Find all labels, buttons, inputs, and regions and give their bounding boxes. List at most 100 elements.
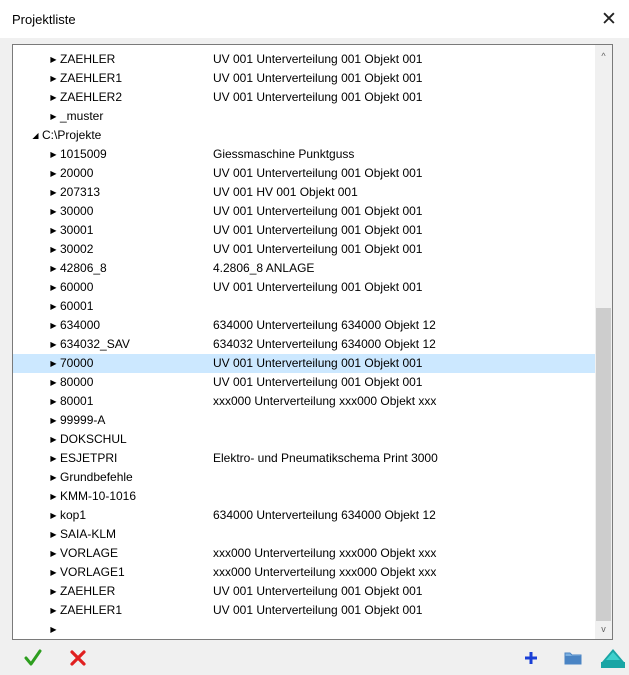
tree-row-name: ZAEHLER2 (60, 90, 123, 104)
collapsed-triangle-icon[interactable]: ▶ (49, 620, 58, 639)
collapsed-triangle-icon[interactable]: ▶ (49, 107, 58, 126)
tree-row[interactable]: ▶ Grundbefehle (13, 468, 596, 487)
collapsed-triangle-icon[interactable]: ▶ (49, 202, 58, 221)
scrollbar-thumb[interactable] (596, 308, 611, 621)
tree-row[interactable]: ▶ 30002 UV 001 Unterverteilung 001 Objekt … (13, 240, 596, 259)
window-title: Projektliste (12, 12, 76, 27)
tree-row-description: UV 001 Unterverteilung 001 Objekt 001 (213, 603, 423, 617)
cancel-button[interactable] (67, 647, 89, 669)
collapsed-triangle-icon[interactable]: ▶ (49, 449, 58, 468)
tree-row[interactable]: ▶ 60001 (13, 297, 596, 316)
collapsed-triangle-icon[interactable]: ▶ (49, 601, 58, 620)
tree-row[interactable]: ▶ 20000 UV 001 Unterverteilung 001 Objekt … (13, 164, 596, 183)
tree-row-description: UV 001 Unterverteilung 001 Objekt 001 (213, 52, 423, 66)
tree-row[interactable]: ▶ 80000 UV 001 Unterverteilung 001 Objekt … (13, 373, 596, 392)
collapsed-triangle-icon[interactable]: ▶ (49, 221, 58, 240)
collapsed-triangle-icon[interactable]: ▶ (49, 487, 58, 506)
tree-row[interactable]: ▶ 30000 UV 001 Unterverteilung 001 Objekt … (13, 202, 596, 221)
tree-row-name: ZAEHLER (60, 52, 116, 66)
tree-row[interactable]: ▶ ZAEHLER UV 001 Unterverteilung 001 Objek… (13, 582, 596, 601)
tree-row-name: 99999-A (60, 413, 106, 427)
red-x-icon (70, 650, 86, 666)
tree-row[interactable]: ▶ 70000 UV 001 Unterverteilung 001 Objekt … (13, 354, 596, 373)
collapsed-triangle-icon[interactable]: ▶ (49, 278, 58, 297)
tree-row-name: 70000 (60, 356, 94, 370)
collapsed-triangle-icon[interactable]: ▶ (49, 582, 58, 601)
tree-row-name: 30000 (60, 204, 94, 218)
collapsed-triangle-icon[interactable]: ▶ (49, 506, 58, 525)
tree-row[interactable]: ▶ 30001 UV 001 Unterverteilung 001 Objekt … (13, 221, 596, 240)
tree-row-name: 1015009 (60, 147, 107, 161)
add-project-button[interactable] (520, 647, 542, 669)
tree-row[interactable]: ▶ 634032_SAV 634032 Unterverteilung 634000… (13, 335, 596, 354)
expanded-triangle-icon[interactable]: ◢ (31, 126, 40, 145)
tree-row[interactable]: ▶ ESJETPRI Elektro- und Pneumatikschema Pr… (13, 449, 596, 468)
collapsed-triangle-icon[interactable]: ▶ (49, 354, 58, 373)
tree-row-description: Giessmaschine Punktguss (213, 147, 355, 161)
close-button[interactable]: ✕ (595, 6, 623, 32)
tree-row-name: 30002 (60, 242, 94, 256)
collapsed-triangle-icon[interactable]: ▶ (49, 563, 58, 582)
collapsed-triangle-icon[interactable]: ▶ (49, 88, 58, 107)
tree-row[interactable]: ▶ 60000 UV 001 Unterverteilung 001 Objekt … (13, 278, 596, 297)
collapsed-triangle-icon[interactable]: ▶ (49, 183, 58, 202)
tree-row-name: 80001 (60, 394, 94, 408)
chevron-down-icon: v (601, 623, 606, 634)
tree-row-name: ZAEHLER1 (60, 71, 123, 85)
folder-icon (564, 652, 582, 665)
collapsed-triangle-icon[interactable]: ▶ (49, 259, 58, 278)
collapsed-triangle-icon[interactable]: ▶ (49, 69, 58, 88)
collapsed-triangle-icon[interactable]: ▶ (49, 468, 58, 487)
collapsed-triangle-icon[interactable]: ▶ (49, 430, 58, 449)
tree-row[interactable]: ▶ SAIA-KLM (13, 525, 596, 544)
tree-row[interactable]: ▶ 80001 xxx000 Unterverteilung xxx000 Obje… (13, 392, 596, 411)
collapsed-triangle-icon[interactable]: ▶ (49, 316, 58, 335)
collapsed-triangle-icon[interactable]: ▶ (49, 164, 58, 183)
tree-row-name: VORLAGE (60, 546, 119, 560)
collapsed-triangle-icon[interactable]: ▶ (49, 544, 58, 563)
tree-row-name: KMM-10-1016 (60, 489, 137, 503)
scroll-up-button[interactable]: ^ (595, 47, 612, 64)
tree-row[interactable]: ▶ ZAEHLER2 UV 001 Unterverteilung 001 Obje… (13, 88, 596, 107)
collapsed-triangle-icon[interactable]: ▶ (49, 411, 58, 430)
tree-row[interactable]: ▶ 99999-A (13, 411, 596, 430)
collapsed-triangle-icon[interactable]: ▶ (49, 50, 58, 69)
tree-row[interactable]: ◢ C:\Projekte (13, 126, 596, 145)
tree-row[interactable]: ▶ ZAEHLER1 UV 001 Unterverteilung 001 Obje… (13, 69, 596, 88)
blue-plus-icon (525, 652, 537, 664)
tree-row-name: 80000 (60, 375, 94, 389)
collapsed-triangle-icon[interactable]: ▶ (49, 297, 58, 316)
open-folder-button[interactable] (561, 647, 585, 669)
tree-row-description: 4.2806_8 ANLAGE (213, 261, 315, 275)
tree-row[interactable]: ▶ 1015009 Giessmaschine Punktguss (13, 145, 596, 164)
tree-row-name: SAIA-KLM (60, 527, 117, 541)
tree-row[interactable]: ▶ DOKSCHUL (13, 430, 596, 449)
tree-row[interactable]: ▶ 42806_8 4.2806_8 ANLAGE (13, 259, 596, 278)
ok-button[interactable] (22, 647, 44, 669)
collapsed-triangle-icon[interactable]: ▶ (49, 240, 58, 259)
tree-row-description: 634000 Unterverteilung 634000 Objekt 12 (213, 318, 436, 332)
tree-row-name: 60000 (60, 280, 94, 294)
tree-row[interactable]: ▶ VORLAGE1 xxx000 Unterverteilung xxx000 O… (13, 563, 596, 582)
collapsed-triangle-icon[interactable]: ▶ (49, 373, 58, 392)
project-tree[interactable]: ▶ ZAEHLER UV 001 Unterverteilung 001 Objek… (12, 44, 613, 640)
move-up-button[interactable] (600, 646, 626, 670)
tree-row[interactable]: ▶ KMM-10-1016 (13, 487, 596, 506)
tree-row[interactable]: ▶ 634000 634000 Unterverteilung 634000 Obj… (13, 316, 596, 335)
collapsed-triangle-icon[interactable]: ▶ (49, 145, 58, 164)
collapsed-triangle-icon[interactable]: ▶ (49, 335, 58, 354)
tree-row-name: DOKSCHUL (60, 432, 127, 446)
tree-row[interactable]: ▶ 207313 UV 001 HV 001 Objekt 001 (13, 183, 596, 202)
scroll-down-button[interactable]: v (595, 620, 612, 637)
collapsed-triangle-icon[interactable]: ▶ (49, 525, 58, 544)
tree-row[interactable]: ▶ ZAEHLER1 UV 001 Unterverteilung 001 Obje… (13, 601, 596, 620)
tree-row[interactable]: ▶ _muster (13, 107, 596, 126)
tree-row[interactable]: ▶ (13, 620, 596, 639)
tree-row-name: 20000 (60, 166, 94, 180)
tree-row[interactable]: ▶ kop1 634000 Unterverteilung 634000 Objek… (13, 506, 596, 525)
tree-row[interactable]: ▶ VORLAGE xxx000 Unterverteilung xxx000 Ob… (13, 544, 596, 563)
collapsed-triangle-icon[interactable]: ▶ (49, 392, 58, 411)
vertical-scrollbar[interactable]: ^ v (595, 45, 612, 639)
tree-row[interactable]: ▶ ZAEHLER UV 001 Unterverteilung 001 Objek… (13, 50, 596, 69)
tree-row-name: VORLAGE1 (60, 565, 125, 579)
